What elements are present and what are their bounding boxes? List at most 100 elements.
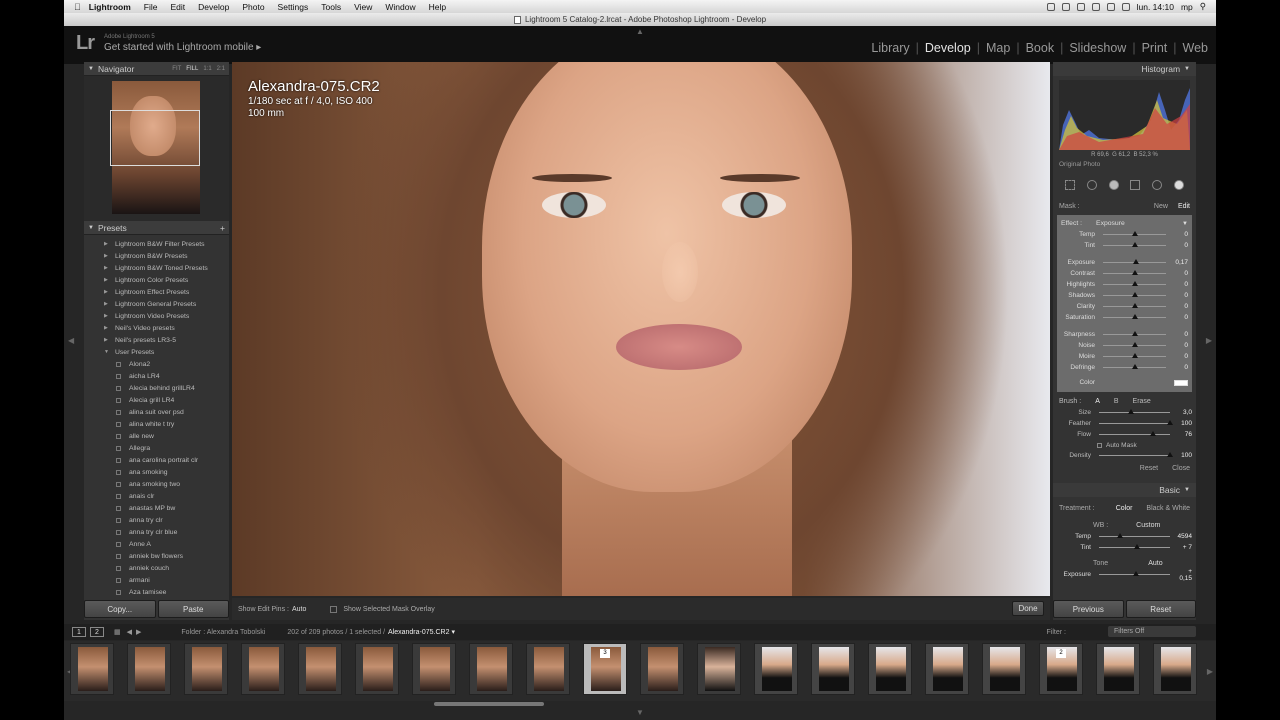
preset-item[interactable]: anna try clr blue — [84, 526, 229, 538]
filmstrip-thumbnail[interactable]: 2 — [1039, 643, 1083, 695]
filmstrip-thumbnail[interactable] — [127, 643, 171, 695]
reset-button[interactable]: Reset — [1125, 600, 1196, 618]
menu-window[interactable]: Window — [385, 2, 415, 12]
menu-view[interactable]: View — [354, 2, 372, 12]
basic-header[interactable]: Basic ▼ — [1053, 483, 1196, 497]
get-started-link[interactable]: Get started with Lightroom mobile ▸ — [104, 42, 261, 53]
secondary-window-button[interactable]: 2 — [90, 627, 104, 637]
effect-noise-value[interactable]: 0 — [1170, 342, 1188, 349]
copy-button[interactable]: Copy... — [84, 600, 156, 618]
basic-tint-track[interactable] — [1099, 544, 1170, 549]
effect-select[interactable]: Exposure — [1096, 220, 1125, 227]
wifi-icon[interactable] — [1091, 2, 1100, 11]
menu-app[interactable]: Lightroom — [89, 2, 131, 12]
brush-density-value[interactable]: 100 — [1174, 452, 1192, 459]
module-web[interactable]: Web — [1181, 41, 1210, 55]
preset-item[interactable]: ana carolina portrait clr — [84, 454, 229, 466]
preset-item[interactable]: Alecia grill LR4 — [84, 394, 229, 406]
wb-select[interactable]: Custom — [1136, 522, 1160, 529]
brush-close-button[interactable]: Close — [1172, 465, 1190, 477]
preset-item[interactable]: alle new — [84, 430, 229, 442]
navigator-preview[interactable] — [84, 76, 229, 221]
navigator-header[interactable]: ▼ Navigator FIT FILL 1:1 2:1 — [84, 62, 229, 76]
filmstrip-thumbnail[interactable] — [754, 643, 798, 695]
disclosure-icon[interactable]: ▶ — [104, 253, 109, 259]
filmstrip-thumbnail[interactable] — [526, 643, 570, 695]
effect-sharpness-knob[interactable] — [1131, 331, 1138, 336]
apple-icon[interactable]:  — [74, 2, 81, 12]
effect-exposure-track[interactable] — [1103, 259, 1166, 264]
effect-defringe-track[interactable] — [1103, 364, 1166, 369]
brush-feather-value[interactable]: 100 — [1174, 420, 1192, 427]
right-panel-toggle-icon[interactable]: ▶ — [1206, 336, 1212, 345]
disclosure-icon[interactable]: ▼ — [1182, 221, 1188, 227]
previous-button[interactable]: Previous — [1053, 600, 1124, 618]
grid-icon[interactable]: ▦ — [114, 628, 121, 636]
spot-removal-icon[interactable] — [1086, 180, 1097, 190]
effect-highlights-track[interactable] — [1103, 281, 1166, 286]
preset-item[interactable]: aicha LR4 — [84, 370, 229, 382]
preset-folder[interactable]: ▶ Lightroom Effect Presets — [84, 286, 229, 298]
adjustment-brush-icon[interactable] — [1174, 180, 1185, 190]
effect-contrast-track[interactable] — [1103, 270, 1166, 275]
filmstrip-thumbnail[interactable] — [640, 643, 684, 695]
preset-item[interactable]: Alecia behind grillLR4 — [84, 382, 229, 394]
brush-erase-option[interactable]: Erase — [1133, 398, 1151, 405]
navigator-zoom-frame[interactable] — [110, 110, 200, 166]
effect-moire-track[interactable] — [1103, 353, 1166, 358]
preset-item[interactable]: Alona2 — [84, 358, 229, 370]
status-icon[interactable] — [1061, 2, 1070, 11]
effect-tint-knob[interactable] — [1131, 242, 1138, 247]
original-photo-toggle[interactable]: Original Photo — [1053, 161, 1196, 168]
bottom-panel-toggle-icon[interactable]: ▼ — [636, 708, 644, 717]
done-button[interactable]: Done — [1012, 601, 1044, 616]
module-book[interactable]: Book — [1024, 41, 1057, 55]
brush-reset-button[interactable]: Reset — [1140, 465, 1158, 477]
brush-flow-knob[interactable] — [1149, 431, 1156, 436]
disclosure-icon[interactable]: ▼ — [104, 349, 109, 355]
basic-temp-knob[interactable] — [1117, 533, 1124, 538]
effect-exposure-value[interactable]: 0,17 — [1170, 259, 1188, 266]
brush-flow-value[interactable]: 76 — [1174, 431, 1192, 438]
filmstrip-thumbnail[interactable] — [412, 643, 456, 695]
preset-item[interactable]: Anne A — [84, 538, 229, 550]
menu-photo[interactable]: Photo — [242, 2, 264, 12]
effect-moire-value[interactable]: 0 — [1170, 353, 1188, 360]
edit-pins-select[interactable]: Auto — [292, 606, 306, 613]
effect-sharpness-value[interactable]: 0 — [1170, 331, 1188, 338]
effect-temp-track[interactable] — [1103, 231, 1166, 236]
effect-defringe-value[interactable]: 0 — [1170, 364, 1188, 371]
zoom-fit[interactable]: FIT — [172, 66, 181, 72]
preset-item[interactable]: anastas MP bw — [84, 502, 229, 514]
filmstrip-thumbnail[interactable] — [925, 643, 969, 695]
preset-folder[interactable]: ▶ Lightroom B&W Filter Presets — [84, 238, 229, 250]
basic-tint-value[interactable]: + 7 — [1174, 544, 1192, 551]
effect-saturation-track[interactable] — [1103, 314, 1166, 319]
brush-size-knob[interactable] — [1127, 409, 1134, 414]
filmstrip-thumbnail[interactable] — [811, 643, 855, 695]
effect-clarity-value[interactable]: 0 — [1170, 303, 1188, 310]
disclosure-icon[interactable]: ▶ — [104, 313, 109, 319]
module-print[interactable]: Print — [1140, 41, 1170, 55]
preset-folder[interactable]: ▶ Lightroom General Presets — [84, 298, 229, 310]
brush-b-option[interactable]: B — [1114, 398, 1119, 405]
preset-item[interactable]: ana smoking — [84, 466, 229, 478]
preset-folder[interactable]: ▶ Lightroom B&W Presets — [84, 250, 229, 262]
search-icon[interactable]: ⚲ — [1200, 1, 1206, 12]
user-name[interactable]: mp — [1181, 2, 1193, 12]
preset-item[interactable]: Allegra — [84, 442, 229, 454]
disclosure-icon[interactable]: ▶ — [104, 337, 109, 343]
brush-feather-knob[interactable] — [1167, 420, 1173, 425]
basic-exposure-knob[interactable] — [1132, 571, 1139, 576]
battery-icon[interactable] — [1121, 2, 1130, 11]
treatment-bw[interactable]: Black & White — [1146, 505, 1190, 512]
preset-folder[interactable]: ▶ Lightroom Video Presets — [84, 310, 229, 322]
effect-tint-track[interactable] — [1103, 242, 1166, 247]
add-preset-icon[interactable]: + — [220, 223, 225, 233]
auto-mask-checkbox[interactable] — [1097, 442, 1102, 448]
menu-edit[interactable]: Edit — [170, 2, 185, 12]
effect-contrast-value[interactable]: 0 — [1170, 270, 1188, 277]
effect-noise-knob[interactable] — [1131, 342, 1138, 347]
presets-header[interactable]: ▼ Presets + — [84, 221, 229, 235]
preset-folder[interactable]: ▶ Lightroom B&W Toned Presets — [84, 262, 229, 274]
